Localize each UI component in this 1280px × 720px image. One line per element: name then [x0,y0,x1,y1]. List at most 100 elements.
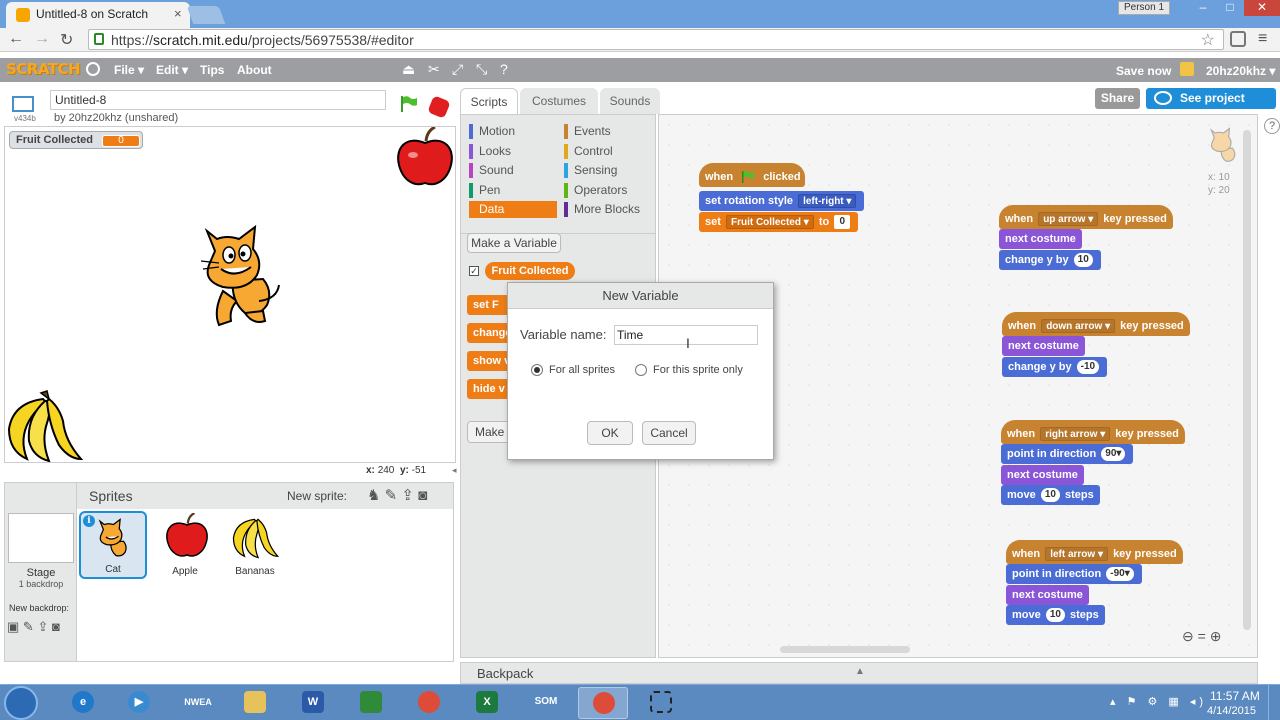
clock-date[interactable]: 4/14/2015 [1207,705,1256,717]
backpack-expand-icon[interactable]: ▲ [855,666,865,677]
key-dropdown[interactable]: right arrow ▾ [1040,427,1111,442]
category-sensing[interactable]: Sensing [564,162,652,179]
category-looks[interactable]: Looks [469,143,557,160]
new-tab-button[interactable] [186,6,226,24]
make-variable-button[interactable]: Make a Variable [467,233,561,253]
reload-icon[interactable]: ↻ [60,30,73,50]
system-tray-icons[interactable]: ▴ ⚑ ⚙ ▦ ◂) [1110,695,1207,708]
stage-canvas[interactable]: Fruit Collected 0 [4,126,456,463]
taskbar-nwea[interactable]: NWEA [172,687,222,719]
change-y-block[interactable]: change y by 10 [999,250,1101,270]
upload-sprite-icon[interactable]: ⇪ [401,487,414,504]
ok-button[interactable]: OK [587,421,633,445]
for-all-sprites-label[interactable]: For all sprites [549,364,615,376]
green-flag-icon[interactable] [400,96,418,112]
category-sound[interactable]: Sound [469,162,557,179]
scratch-logo[interactable]: SCRATCH [6,60,81,78]
for-this-sprite-label[interactable]: For this sprite only [653,364,743,376]
number-input[interactable]: -10 [1076,360,1100,375]
tips-menu[interactable]: Tips [200,63,224,77]
apple-sprite[interactable] [393,127,456,191]
bookmark-star-icon[interactable]: ☆ [1201,30,1215,50]
point-in-direction-block[interactable]: point in direction 90▾ [1001,444,1134,464]
about-menu[interactable]: About [237,63,272,77]
when-key-pressed-block[interactable]: when down arrow ▾ key pressed [1002,312,1190,336]
taskbar-word[interactable]: W [288,687,338,719]
paint-backdrop-icon[interactable]: ✎ [23,619,34,634]
taskbar-ie[interactable]: e [58,687,108,719]
variable-show-checkbox[interactable]: ✓ [469,266,479,276]
file-menu[interactable]: File ▾ [114,63,144,77]
rotation-style-dropdown[interactable]: left-right ▾ [798,194,857,209]
category-events[interactable]: Events [564,123,652,140]
share-button[interactable]: Share [1095,88,1140,109]
grow-icon[interactable]: ⤢ [452,61,463,78]
tab-costumes[interactable]: Costumes [520,88,598,114]
language-globe-icon[interactable] [86,62,100,76]
shrink-icon[interactable]: ⤡ [476,61,487,78]
start-button[interactable] [4,686,38,720]
variable-reporter-block[interactable]: Fruit Collected [485,262,575,280]
taskbar-media[interactable]: ▶ [114,687,164,719]
next-costume-block[interactable]: next costume [1006,585,1089,605]
taskbar-chrome-active[interactable] [578,687,628,719]
backdrop-library-icon[interactable]: ▣ [7,619,19,634]
key-dropdown[interactable]: up arrow ▾ [1038,212,1099,227]
browser-tab[interactable]: Untitled-8 on Scratch × [6,2,190,28]
taskbar-som[interactable]: SOM [520,687,570,719]
minimize-button[interactable]: – [1190,0,1216,16]
sprite-tile-cat[interactable]: i Cat [79,511,147,579]
taskbar-chrome[interactable] [404,687,454,719]
profile-button[interactable]: Person 1 [1118,1,1170,15]
direction-input[interactable]: -90▾ [1106,567,1134,582]
cut-scissors-icon[interactable]: ✂ [428,61,440,78]
sprite-tile-bananas[interactable]: Bananas [221,511,289,579]
account-menu[interactable]: 20hz20khz ▾ [1206,64,1275,78]
taskbar-snipping[interactable] [636,687,686,719]
paint-sprite-icon[interactable]: ✎ [385,487,398,504]
set-variable-to-block[interactable]: set Fruit Collected ▾ to 0 [699,212,859,232]
point-in-direction-block[interactable]: point in direction -90▾ [1006,564,1142,584]
bananas-sprite[interactable] [5,389,83,463]
camera-sprite-icon[interactable]: ◙ [418,487,427,504]
help-icon[interactable]: ? [1264,118,1280,134]
camera-backdrop-icon[interactable]: ◙ [52,619,60,634]
number-input[interactable]: 10 [1045,608,1065,623]
variable-dropdown[interactable]: Fruit Collected ▾ [725,215,814,230]
back-arrow-icon[interactable]: ← [8,30,24,48]
category-operators[interactable]: Operators [564,182,652,199]
category-motion[interactable]: Motion [469,123,557,140]
close-window-button[interactable]: ✕ [1244,0,1280,16]
stage-selector[interactable]: Stage 1 backdrop New backdrop: ▣ ✎ ⇪ ◙ [5,483,77,661]
backpack[interactable]: Backpack ▲ [460,662,1258,684]
sprite-tile-apple[interactable]: Apple [151,511,219,579]
when-key-pressed-block[interactable]: when up arrow ▾ key pressed [999,205,1173,229]
zoom-reset-icon[interactable]: = [1198,628,1206,644]
next-costume-block[interactable]: next costume [999,229,1082,249]
for-all-sprites-radio[interactable] [531,364,543,376]
save-now-link[interactable]: Save now [1116,64,1171,78]
move-steps-block[interactable]: move 10 steps [1001,485,1100,505]
number-input[interactable]: 10 [1040,488,1060,503]
edit-menu[interactable]: Edit ▾ [156,63,188,77]
change-y-block[interactable]: change y by -10 [1002,357,1108,377]
cat-sprite[interactable] [193,221,283,331]
move-steps-block[interactable]: move 10 steps [1006,605,1105,625]
forward-arrow-icon[interactable]: → [34,30,50,48]
upload-backdrop-icon[interactable]: ⇪ [37,619,48,634]
block-help-icon[interactable]: ? [500,61,508,77]
show-desktop-button[interactable] [1268,685,1280,720]
vertical-scrollbar[interactable] [1243,120,1251,655]
maximize-button[interactable]: □ [1217,0,1243,16]
variable-monitor[interactable]: Fruit Collected 0 [9,131,143,149]
when-key-pressed-block[interactable]: when left arrow ▾ key pressed [1006,540,1183,564]
stop-sign-icon[interactable] [427,95,451,119]
horizontal-scrollbar[interactable] [780,646,910,653]
zoom-in-icon[interactable]: ⊕ [1210,628,1222,644]
when-key-pressed-block[interactable]: when right arrow ▾ key pressed [1001,420,1185,444]
chrome-menu-icon[interactable]: ≡ [1258,30,1267,48]
category-pen[interactable]: Pen [469,182,557,199]
tab-close-icon[interactable]: × [174,6,182,21]
extension-icon[interactable] [1230,31,1246,47]
set-rotation-style-block[interactable]: set rotation style left-right ▾ [699,191,865,211]
